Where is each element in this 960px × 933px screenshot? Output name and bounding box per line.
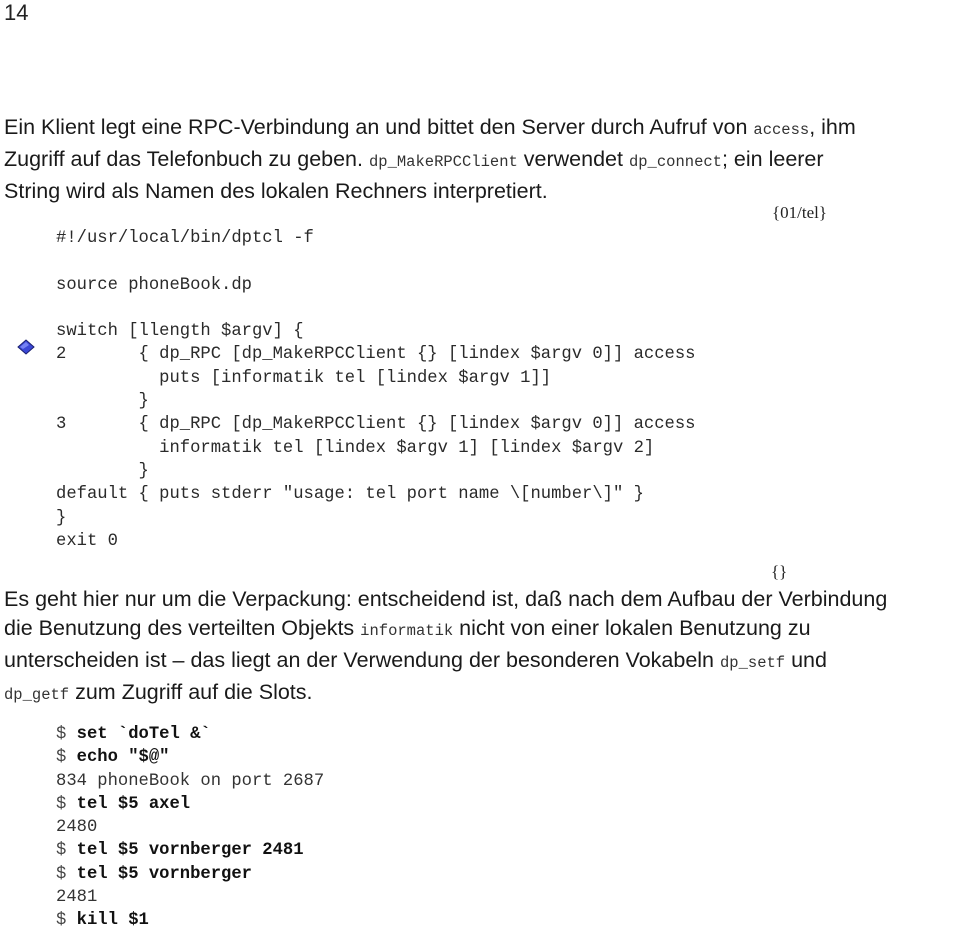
- shell-session: $ set `doTel &` $ echo "$@" 834 phoneBook …: [56, 723, 324, 933]
- code-line: 2 { dp_RPC [dp_MakeRPCClient {} [lindex …: [56, 345, 696, 365]
- shell-command-line: $ kill $1: [56, 909, 324, 932]
- code-line: informatik tel [lindex $argv 1] [lindex …: [56, 438, 655, 458]
- shell-command: tel $5 axel: [76, 794, 191, 814]
- paragraph-line: die Benutzung des verteilten Objekts inf…: [4, 614, 960, 646]
- code-line: }: [56, 508, 67, 528]
- shell-prompt: $: [56, 794, 77, 814]
- page-number: 14: [4, 0, 29, 25]
- text-run: und: [785, 648, 827, 672]
- text-run: verwendet: [517, 147, 629, 171]
- shell-output: 834 phoneBook on port 2687: [56, 771, 325, 791]
- code-line: }: [56, 461, 149, 481]
- code-line: switch [llength $argv] {: [56, 322, 304, 342]
- shell-output: 2480: [56, 818, 98, 838]
- inline-code: access: [753, 121, 810, 139]
- shell-command-line: $ set `doTel &`: [56, 723, 324, 746]
- code-line: default { puts stderr "usage: tel port n…: [56, 485, 644, 505]
- listing-label: {01/tel}: [772, 203, 828, 222]
- text-run: die Benutzung des verteilten Objekts: [4, 616, 361, 640]
- shell-output-line: 2481: [56, 886, 324, 909]
- paragraph-line: dp_getf zum Zugriff auf die Slots.: [4, 678, 960, 710]
- text-run: zum Zugriff auf die Slots.: [69, 680, 313, 704]
- shell-prompt: $: [56, 748, 77, 768]
- paragraph-line: Zugriff auf das Telefonbuch zu geben. dp…: [4, 145, 960, 177]
- paragraph-line: Ein Klient legt eine RPC-Verbindung an u…: [4, 113, 960, 145]
- shell-command-line: $ echo "$@": [56, 746, 324, 769]
- text-run: Ein Klient legt eine RPC-Verbindung an u…: [4, 115, 754, 139]
- shell-prompt: $: [56, 911, 77, 931]
- paragraph-line: unterscheiden ist – das liegt an der Ver…: [4, 646, 960, 678]
- inline-code: dp_setf: [719, 654, 786, 672]
- shell-command-line: $ tel $5 vornberger: [56, 863, 324, 886]
- text-run: , ihm: [809, 115, 856, 139]
- inline-code: dp_connect: [628, 153, 722, 171]
- shell-command: echo "$@": [76, 748, 170, 768]
- shell-output-line: 834 phoneBook on port 2687: [56, 770, 324, 793]
- code-line: }: [56, 392, 149, 412]
- text-run: Zugriff auf das Telefonbuch zu geben.: [4, 147, 369, 171]
- inline-code: dp_getf: [4, 686, 70, 704]
- code-line: source phoneBook.dp: [56, 275, 252, 295]
- listing-end-label: {}: [771, 562, 788, 581]
- shell-command: kill $1: [76, 911, 149, 931]
- code-listing: #!/usr/local/bin/dptcl -f source phoneBoo…: [56, 227, 695, 553]
- shell-output: 2481: [56, 888, 98, 908]
- paragraph-line: String wird als Namen des lokalen Rechne…: [4, 177, 960, 206]
- code-line: puts [informatik tel [lindex $argv 1]]: [56, 368, 552, 388]
- shell-output-line: 2480: [56, 816, 324, 839]
- text-run: nicht von einer lokalen Benutzung zu: [453, 616, 811, 640]
- inline-code: dp_MakeRPCClient: [368, 153, 518, 171]
- code-line: exit 0: [56, 531, 118, 551]
- shell-command-line: $ tel $5 axel: [56, 793, 324, 816]
- text-run: ; ein leerer: [721, 147, 824, 171]
- shell-command: set `doTel &`: [76, 725, 211, 744]
- text-run: String wird als Namen des lokalen Rechne…: [4, 179, 548, 203]
- code-line: 3 { dp_RPC [dp_MakeRPCClient {} [lindex …: [56, 415, 696, 435]
- inline-code: informatik: [360, 622, 454, 640]
- text-run: unterscheiden ist – das liegt an der Ver…: [4, 648, 720, 672]
- shell-command: tel $5 vornberger 2481: [76, 841, 304, 861]
- shell-prompt: $: [56, 841, 77, 861]
- paragraph-line: Es geht hier nur um die Verpackung: ents…: [4, 585, 960, 614]
- code-line: #!/usr/local/bin/dptcl -f: [56, 229, 314, 248]
- intro-paragraph: Ein Klient legt eine RPC-Verbindung an u…: [4, 113, 960, 206]
- text-run: Es geht hier nur um die Verpackung: ents…: [4, 587, 888, 611]
- shell-prompt: $: [56, 864, 77, 884]
- shell-prompt: $: [56, 725, 77, 744]
- explanation-paragraph: Es geht hier nur um die Verpackung: ents…: [4, 585, 960, 710]
- shell-command: tel $5 vornberger: [76, 864, 252, 884]
- shell-command-line: $ tel $5 vornberger 2481: [56, 839, 324, 862]
- diamond-bullet-icon: [5, 319, 35, 355]
